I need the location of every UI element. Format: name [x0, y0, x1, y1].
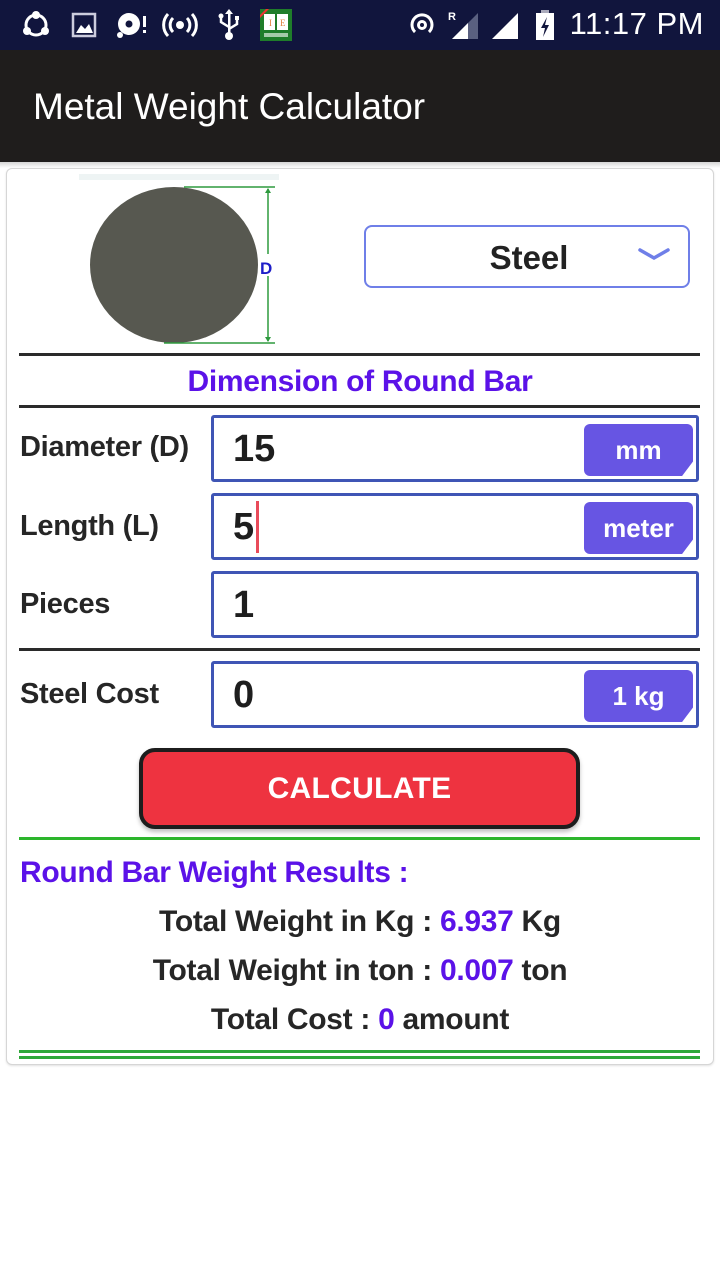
steel-cost-field[interactable]: [233, 674, 573, 717]
result-total-cost: Total Cost : 0 amount: [0, 1003, 720, 1037]
diameter-input[interactable]: mm: [211, 415, 699, 482]
pieces-field[interactable]: [233, 584, 573, 627]
status-time: 11:17 PM: [569, 6, 704, 41]
signal-icon: [490, 8, 520, 42]
sync-share-icon: [20, 8, 52, 42]
footer-divider-bottom: [19, 1056, 700, 1059]
footer-divider-top: [19, 1050, 700, 1053]
result-value: 0: [378, 1003, 395, 1036]
diameter-label: Diameter (D): [20, 431, 189, 463]
dictionary-app-icon: IE: [259, 8, 293, 42]
wifi-hotspot-icon: [406, 8, 438, 42]
roaming-signal-icon: R: [448, 8, 482, 42]
divider: [19, 353, 700, 356]
length-input[interactable]: meter: [211, 493, 699, 560]
result-value: 0.007: [439, 954, 514, 987]
status-bar: IE R 11:17 PM: [0, 0, 720, 50]
length-label: Length (L): [20, 510, 159, 542]
result-unit: amount: [394, 1003, 510, 1036]
pieces-input[interactable]: [211, 571, 699, 638]
steel-cost-input[interactable]: 1 kg: [211, 661, 699, 728]
svg-text:R: R: [448, 11, 456, 23]
battery-charging-icon: [533, 8, 557, 42]
result-label: Total Weight in ton :: [152, 954, 440, 987]
result-value: 6.937: [439, 905, 514, 938]
diameter-unit-badge[interactable]: mm: [584, 424, 693, 476]
length-field[interactable]: [233, 506, 573, 549]
image-icon: [70, 8, 98, 42]
calculate-button[interactable]: CALCULATE: [139, 748, 580, 829]
text-cursor: [256, 501, 259, 553]
cost-unit-badge[interactable]: 1 kg: [584, 670, 693, 722]
results-title: Round Bar Weight Results :: [20, 856, 409, 889]
usb-icon: [216, 8, 242, 42]
divider: [19, 405, 700, 408]
length-unit-badge[interactable]: meter: [584, 502, 693, 554]
svg-text:E: E: [280, 18, 286, 28]
result-label: Total Cost :: [210, 1003, 379, 1036]
round-bar-cross-section: [90, 187, 258, 343]
dimension-label: D: [260, 259, 272, 278]
hotspot-broadcast-icon: [162, 8, 198, 42]
arrowhead-up: [265, 188, 271, 193]
divider: [19, 648, 700, 651]
arrowhead-down: [265, 337, 271, 342]
steel-cost-label: Steel Cost: [20, 678, 159, 710]
diagram-top-strip: [79, 174, 279, 180]
svg-text:I: I: [269, 18, 272, 28]
disc-alert-icon: [114, 8, 150, 42]
result-unit: Kg: [513, 905, 562, 938]
diameter-field[interactable]: [233, 428, 573, 471]
result-unit: ton: [513, 954, 568, 987]
results-divider: [19, 837, 700, 840]
chevron-down-icon[interactable]: [638, 244, 670, 264]
result-weight-kg: Total Weight in Kg : 6.937 Kg: [0, 905, 720, 939]
app-title: Metal Weight Calculator: [33, 86, 426, 127]
round-bar-diagram: D: [79, 174, 279, 344]
result-weight-ton: Total Weight in ton : 0.007 ton: [0, 954, 720, 988]
result-label: Total Weight in Kg :: [159, 905, 440, 938]
section-title: Dimension of Round Bar: [187, 365, 533, 398]
pieces-label: Pieces: [20, 588, 111, 620]
